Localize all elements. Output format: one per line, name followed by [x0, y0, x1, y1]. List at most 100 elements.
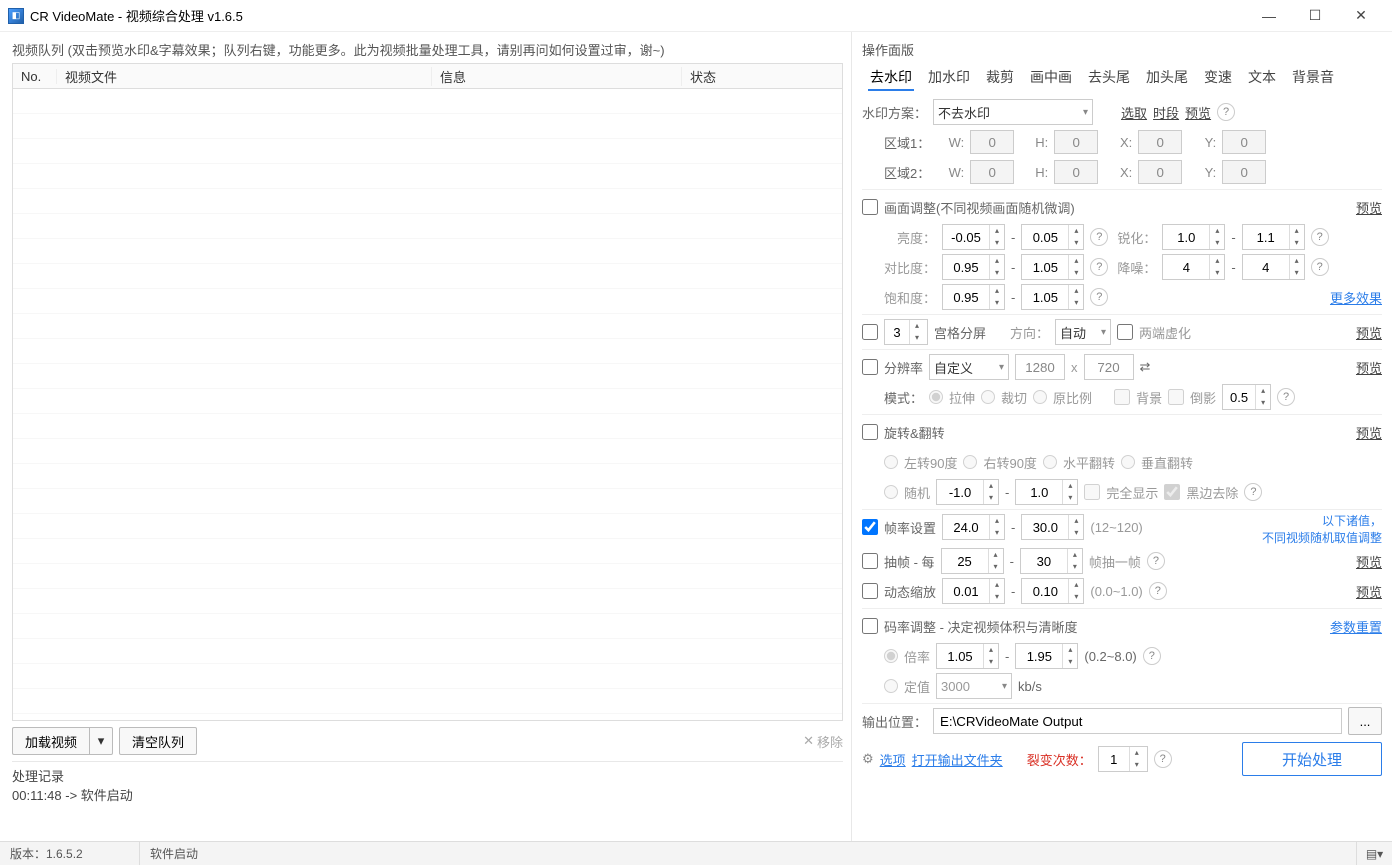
tab-trim-head[interactable]: 去头尾 — [1086, 65, 1132, 91]
blur-ends-checkbox[interactable] — [1117, 324, 1133, 340]
full-display-chk[interactable] — [1084, 484, 1100, 500]
r1-w[interactable] — [970, 130, 1014, 154]
r1-h[interactable] — [1054, 130, 1098, 154]
bright-lo[interactable]: ▴▾ — [942, 224, 1005, 250]
tab-speed[interactable]: 变速 — [1202, 65, 1234, 91]
help-icon[interactable]: ? — [1090, 288, 1108, 306]
r2-w[interactable] — [970, 160, 1014, 184]
black-edge-chk[interactable] — [1164, 484, 1180, 500]
zoom-checkbox[interactable] — [862, 583, 878, 599]
hflip-radio[interactable] — [1043, 455, 1057, 469]
grid-preview[interactable]: 预览 — [1356, 323, 1382, 342]
resolution-mode[interactable]: 自定义▾ — [929, 354, 1009, 380]
tab-bgm[interactable]: 背景音 — [1290, 65, 1336, 91]
col-no[interactable]: No. — [13, 69, 57, 84]
period-link[interactable]: 时段 — [1153, 103, 1179, 122]
r1-x[interactable] — [1138, 130, 1182, 154]
select-region-link[interactable]: 选取 — [1121, 103, 1147, 122]
options-link[interactable]: 选项 — [880, 750, 906, 769]
gear-icon[interactable]: ⚙ — [862, 751, 874, 767]
help-icon[interactable]: ? — [1277, 388, 1295, 406]
rotate-preview[interactable]: 预览 — [1356, 423, 1382, 442]
res-h[interactable] — [1084, 354, 1134, 380]
queue-body[interactable] — [12, 89, 843, 721]
mode-stretch-radio[interactable] — [929, 390, 943, 404]
rotate-checkbox[interactable] — [862, 424, 878, 440]
mode-ratio-radio[interactable] — [1033, 390, 1047, 404]
zoom-lo[interactable]: ▴▾ — [942, 578, 1005, 604]
start-button[interactable]: 开始处理 — [1242, 742, 1382, 776]
bitrate-checkbox[interactable] — [862, 618, 878, 634]
drop-preview[interactable]: 预览 — [1356, 552, 1382, 571]
remove-item[interactable]: ✕ 移除 — [803, 732, 843, 751]
help-icon[interactable]: ? — [1090, 228, 1108, 246]
drop-hi[interactable]: ▴▾ — [1020, 548, 1083, 574]
tab-remove-watermark[interactable]: 去水印 — [868, 65, 914, 91]
adjust-checkbox[interactable] — [862, 199, 878, 215]
help-icon[interactable]: ? — [1311, 258, 1329, 276]
res-w[interactable] — [1015, 354, 1065, 380]
clear-queue-button[interactable]: 清空队列 — [119, 727, 197, 755]
browse-button[interactable]: ... — [1348, 707, 1382, 735]
rand-lo[interactable]: ▴▾ — [936, 479, 999, 505]
zoom-preview[interactable]: 预览 — [1356, 582, 1382, 601]
mul-radio[interactable] — [884, 649, 898, 663]
mode-crop-radio[interactable] — [981, 390, 995, 404]
fixed-radio[interactable] — [884, 679, 898, 693]
shadow-val[interactable]: ▴▾ — [1222, 384, 1271, 410]
zoom-hi[interactable]: ▴▾ — [1021, 578, 1084, 604]
contrast-lo[interactable]: ▴▾ — [942, 254, 1005, 280]
help-icon[interactable]: ? — [1149, 582, 1167, 600]
tab-add-head[interactable]: 加头尾 — [1144, 65, 1190, 91]
sharpen-hi[interactable]: ▴▾ — [1242, 224, 1305, 250]
tab-crop[interactable]: 裁剪 — [984, 65, 1016, 91]
help-icon[interactable]: ? — [1154, 750, 1172, 768]
left90-radio[interactable] — [884, 455, 898, 469]
grid-count[interactable]: ▴▾ — [884, 319, 928, 345]
tab-pip[interactable]: 画中画 — [1028, 65, 1074, 91]
denoise-hi[interactable]: ▴▾ — [1242, 254, 1305, 280]
help-icon[interactable]: ? — [1311, 228, 1329, 246]
open-output-link[interactable]: 打开输出文件夹 — [912, 750, 1003, 769]
minimize-button[interactable]: — — [1246, 0, 1292, 32]
help-icon[interactable]: ? — [1217, 103, 1235, 121]
load-video-button[interactable]: 加载视频 — [12, 727, 89, 755]
drop-lo[interactable]: ▴▾ — [941, 548, 1004, 574]
close-button[interactable]: ✕ — [1338, 0, 1384, 32]
sat-hi[interactable]: ▴▾ — [1021, 284, 1084, 310]
random-radio[interactable] — [884, 485, 898, 499]
right90-radio[interactable] — [963, 455, 977, 469]
sharpen-lo[interactable]: ▴▾ — [1162, 224, 1225, 250]
help-icon[interactable]: ? — [1147, 552, 1165, 570]
fixed-val[interactable]: 3000▾ — [936, 673, 1012, 699]
split-count[interactable]: ▴▾ — [1098, 746, 1148, 772]
r2-h[interactable] — [1054, 160, 1098, 184]
bg-checkbox[interactable] — [1114, 389, 1130, 405]
fps-hi[interactable]: ▴▾ — [1021, 514, 1084, 540]
status-tray-icon[interactable]: ▤▾ — [1356, 842, 1392, 865]
r2-y[interactable] — [1222, 160, 1266, 184]
r2-x[interactable] — [1138, 160, 1182, 184]
help-icon[interactable]: ? — [1244, 483, 1262, 501]
mul-hi[interactable]: ▴▾ — [1015, 643, 1078, 669]
reset-params-link[interactable]: 参数重置 — [1330, 617, 1382, 636]
contrast-hi[interactable]: ▴▾ — [1021, 254, 1084, 280]
denoise-lo[interactable]: ▴▾ — [1162, 254, 1225, 280]
more-effects-link[interactable]: 更多效果 — [1330, 288, 1382, 307]
col-status[interactable]: 状态 — [682, 67, 842, 86]
maximize-button[interactable]: ☐ — [1292, 0, 1338, 32]
r1-y[interactable] — [1222, 130, 1266, 154]
res-preview[interactable]: 预览 — [1356, 358, 1382, 377]
tab-text[interactable]: 文本 — [1246, 65, 1278, 91]
bright-hi[interactable]: ▴▾ — [1021, 224, 1084, 250]
load-video-dropdown[interactable]: ▾ — [89, 727, 113, 755]
fps-lo[interactable]: ▴▾ — [942, 514, 1005, 540]
sat-lo[interactable]: ▴▾ — [942, 284, 1005, 310]
tab-add-watermark[interactable]: 加水印 — [926, 65, 972, 91]
scheme-combo[interactable]: 不去水印▾ — [933, 99, 1093, 125]
swap-icon[interactable]: ⇄ — [1140, 359, 1151, 375]
help-icon[interactable]: ? — [1143, 647, 1161, 665]
grid-direction[interactable]: 自动▾ — [1055, 319, 1111, 345]
help-icon[interactable]: ? — [1090, 258, 1108, 276]
col-info[interactable]: 信息 — [432, 67, 682, 86]
